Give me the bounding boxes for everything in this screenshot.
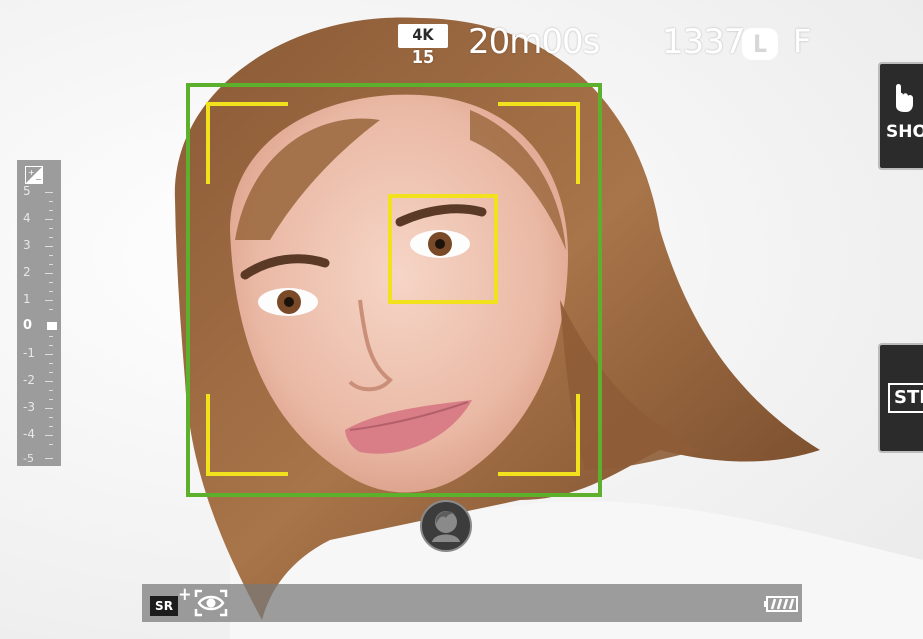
ev-tick [49, 237, 53, 238]
ev-tick [49, 264, 53, 265]
recording-time: 20m00s [468, 22, 600, 62]
ev-tick [45, 246, 53, 247]
ev-tick [45, 408, 53, 409]
ev-tick [49, 372, 53, 373]
bottom-info-bar: SR + [142, 584, 802, 622]
ev-tick [49, 291, 53, 292]
ev-label-current: 0 [23, 318, 33, 333]
ev-tick [49, 345, 53, 346]
eye-detection-frame[interactable] [388, 194, 498, 304]
file-format: F [793, 22, 811, 60]
frame-rate: 15 [411, 47, 435, 68]
touch-mode-label: SHOT [886, 122, 923, 142]
image-size-badge: L [742, 28, 778, 60]
eye-af-icon[interactable] [194, 589, 228, 621]
shots-remaining: 1337 [662, 22, 746, 62]
ev-tick [49, 309, 53, 310]
ev-label: -1 [23, 346, 35, 360]
ev-tick [45, 458, 53, 459]
ev-tick [45, 354, 53, 355]
ev-tick [45, 300, 53, 301]
sr-auto-icon[interactable]: SR + [150, 584, 192, 616]
sr-plus-icon: + [178, 584, 192, 605]
face-select-icon[interactable] [420, 500, 472, 552]
ev-tick [49, 336, 53, 337]
touch-shot-button[interactable]: SHOT [878, 62, 923, 170]
svg-text:−: − [35, 175, 42, 183]
ev-label: 3 [23, 238, 31, 252]
svg-text:+: + [28, 168, 35, 177]
ev-tick [45, 435, 53, 436]
focus-area-corner [498, 102, 580, 184]
focus-area-corner [206, 394, 288, 476]
video-resolution-badge: 4K 15 [398, 24, 448, 68]
ev-tick [49, 390, 53, 391]
ev-tick [49, 282, 53, 283]
ev-tick [45, 381, 53, 382]
ev-tick [49, 417, 53, 418]
ev-label: 4 [23, 211, 31, 225]
ev-tick [49, 201, 53, 202]
sr-auto-label: SR [150, 596, 178, 616]
touch-hand-icon [892, 82, 914, 116]
ev-label: 1 [23, 292, 31, 306]
ev-label: 5 [23, 184, 31, 198]
film-simulation-button[interactable]: STD [878, 343, 923, 453]
live-view[interactable]: 4K 15 20m00s 1337 L F + − 5 4 3 2 1 0 -1… [0, 0, 923, 639]
ev-tick [49, 255, 53, 256]
ev-tick [49, 444, 53, 445]
ev-tick [49, 363, 53, 364]
ev-label: -4 [23, 427, 35, 441]
focus-area-corner [498, 394, 580, 476]
ev-label: 2 [23, 265, 31, 279]
ev-label: -2 [23, 373, 35, 387]
ev-tick [49, 399, 53, 400]
ev-current-indicator [47, 322, 57, 330]
ev-tick [49, 210, 53, 211]
ev-label: -3 [23, 400, 35, 414]
ev-tick [45, 273, 53, 274]
video-resolution: 4K [412, 25, 434, 44]
focus-area-corner [206, 102, 288, 184]
exposure-compensation-scale[interactable]: + − 5 4 3 2 1 0 -1 -2 -3 -4 -5 [17, 160, 61, 466]
ev-label: -5 [23, 452, 34, 465]
battery-icon [764, 596, 798, 616]
ev-tick [49, 228, 53, 229]
ev-tick [45, 192, 53, 193]
ev-tick [49, 426, 53, 427]
film-simulation-label: STD [888, 383, 923, 413]
ev-tick [45, 219, 53, 220]
exposure-compensation-icon: + − [25, 166, 43, 184]
